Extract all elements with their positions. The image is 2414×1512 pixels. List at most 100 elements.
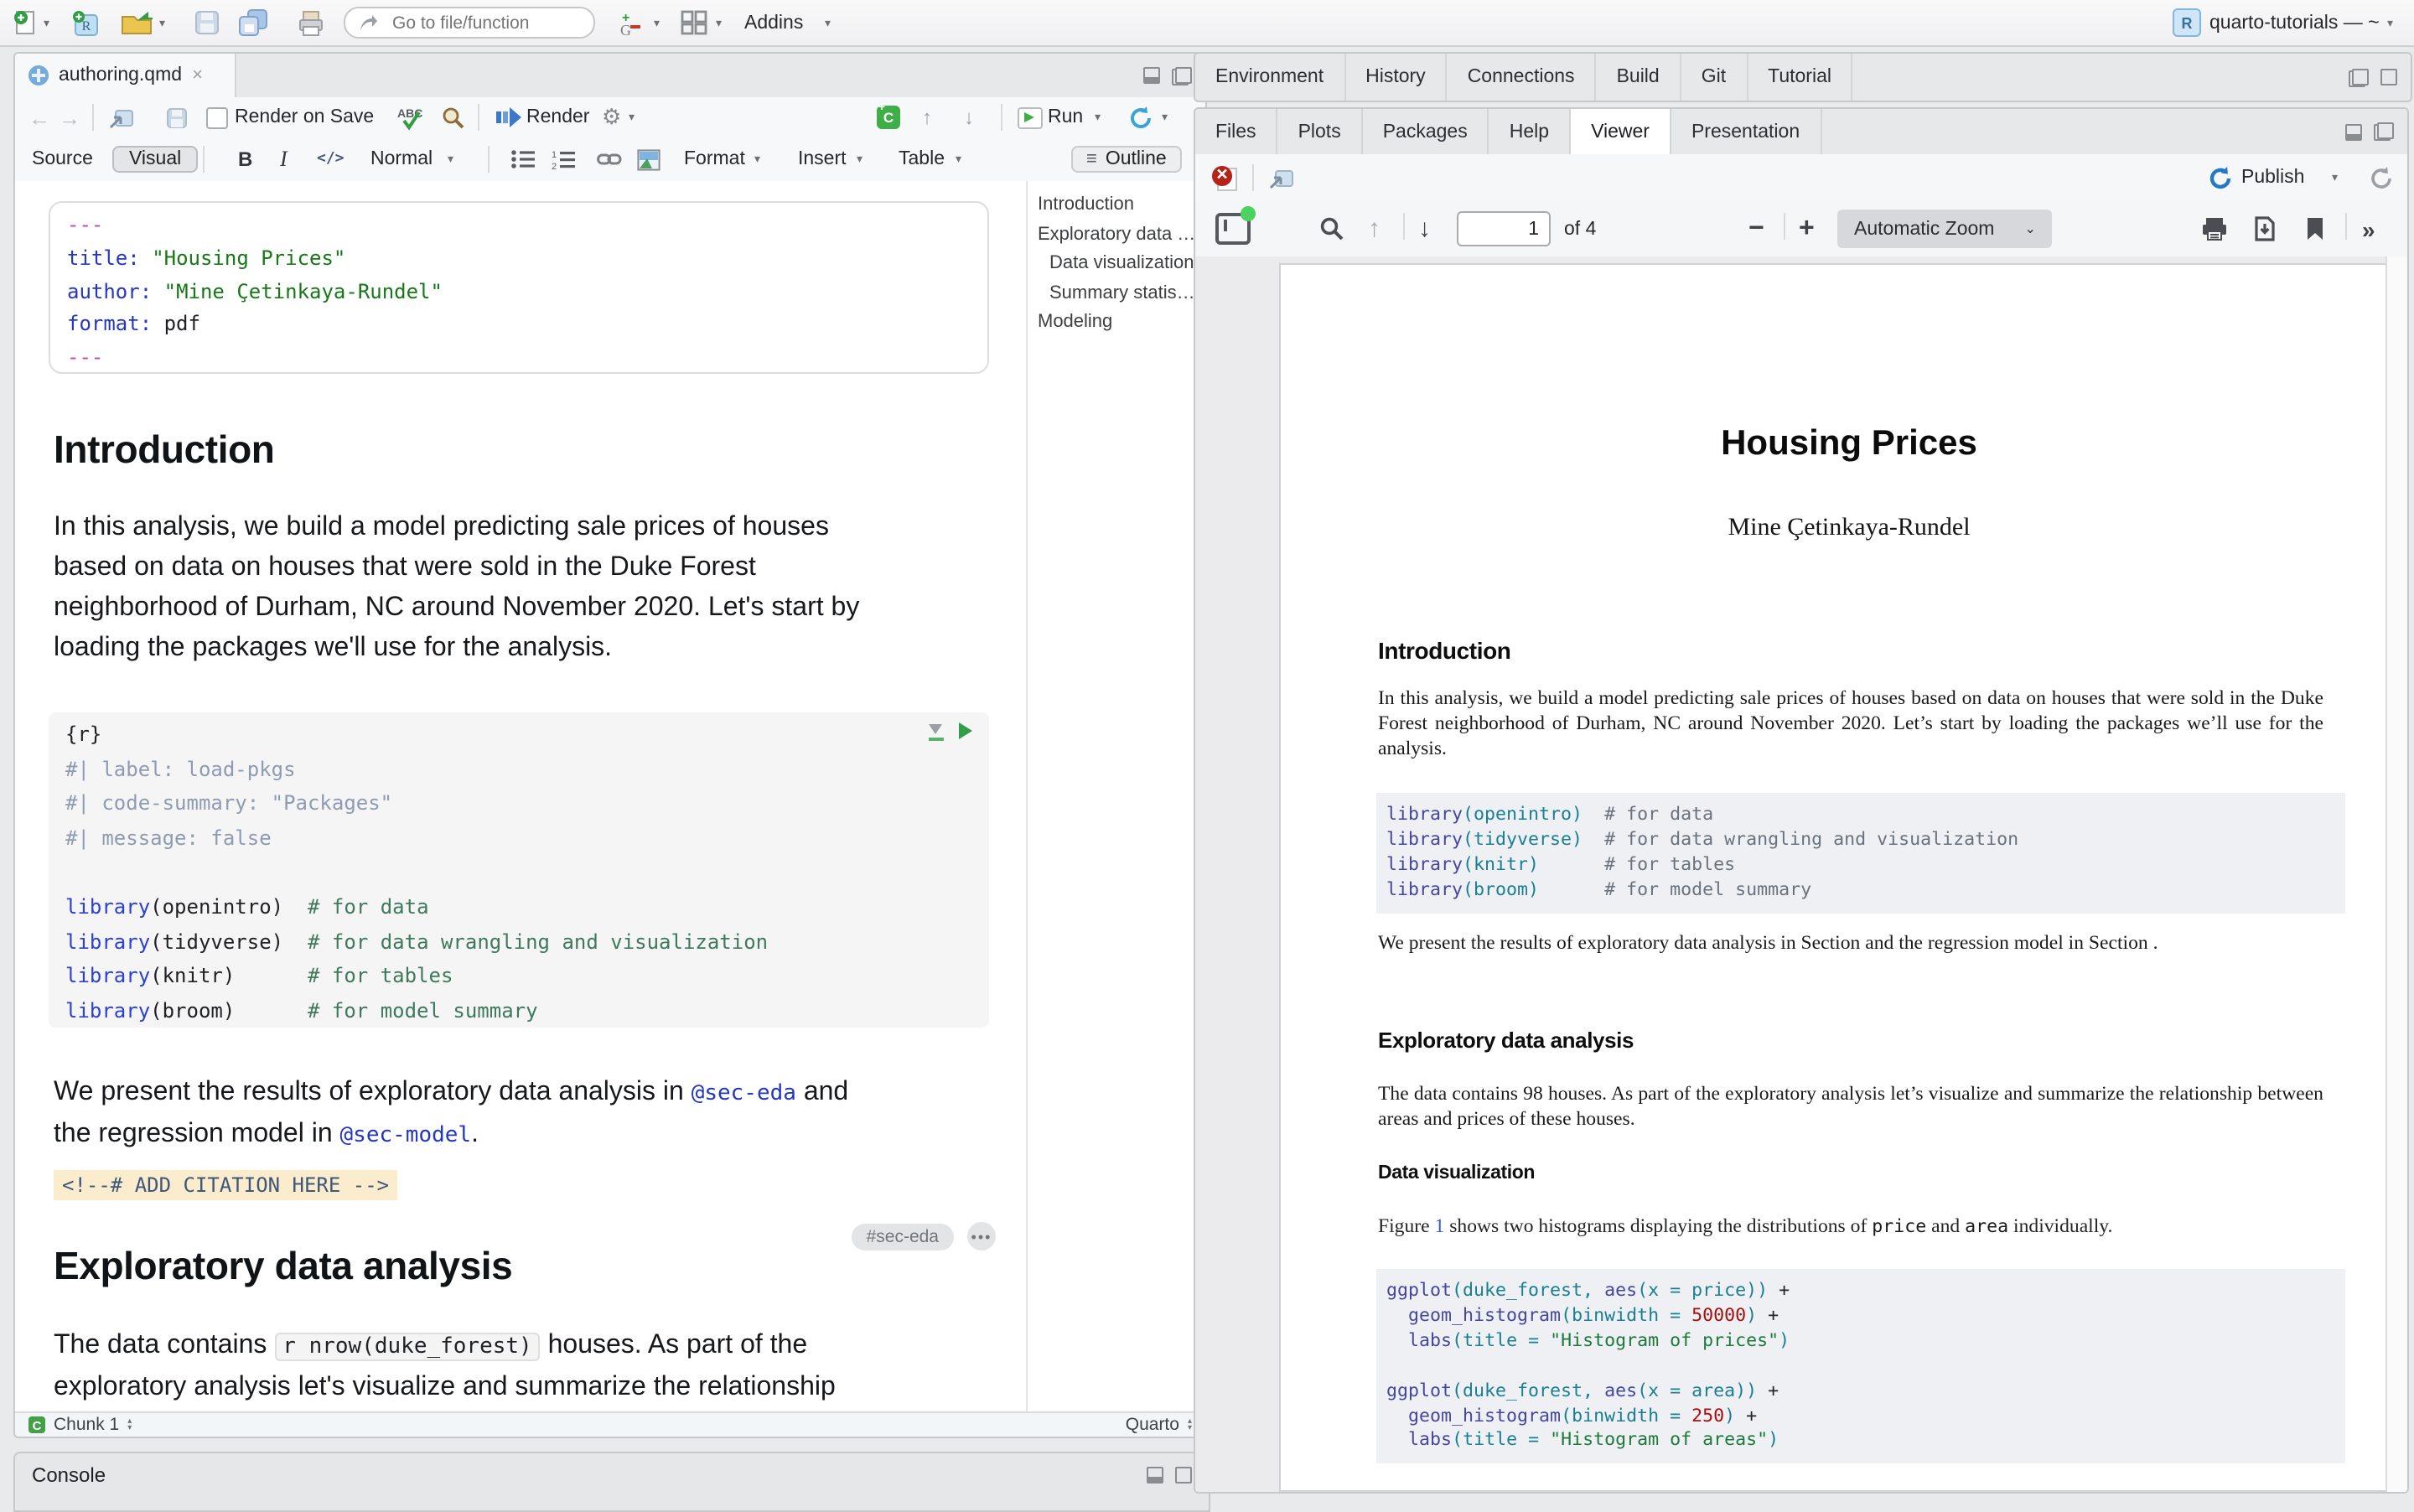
refresh-viewer-icon[interactable] [2369,154,2394,201]
project-caret[interactable]: ▾ [2387,0,2393,45]
pdf-view-area[interactable]: Housing Prices Mine Çetinkaya-Rundel Int… [1195,256,2407,1492]
save-icon[interactable] [194,0,220,45]
viewer-maximize-icon[interactable] [2374,122,2394,141]
workspace-panes-caret[interactable]: ▾ [716,0,722,45]
code-chunk-load-pkgs[interactable]: {r}#| label: load-pkgs#| code-summary: "… [49,712,989,1028]
addins-caret[interactable]: ▾ [825,0,831,45]
mode-arrows-icon[interactable]: ▴▾ [1188,1418,1192,1432]
new-project-icon[interactable]: R [70,0,101,45]
pdf-bookmark-icon[interactable] [2305,201,2325,256]
chunk-nav-arrows-icon[interactable]: ▴▾ [127,1418,132,1432]
paragraph-style-caret[interactable]: ▾ [448,137,453,181]
source-mode-button[interactable]: Source [32,137,93,181]
image-icon[interactable] [637,137,660,181]
pdf-zoom-out-icon[interactable]: − [1748,201,1764,256]
link-icon[interactable] [597,137,622,181]
tab-connections[interactable]: Connections [1448,54,1597,101]
tab-git[interactable]: Git [1681,54,1748,101]
outline-toggle-button[interactable]: ≡Outline [1071,137,1182,181]
maximize-pane-icon[interactable] [1172,66,1192,85]
tab-files[interactable]: Files [1195,109,1278,154]
pdf-page-input[interactable]: 1 [1457,201,1551,256]
pdf-zoom-select[interactable]: Automatic Zoom⌄ [1837,201,2053,256]
bold-button[interactable]: B [238,137,252,181]
publish-caret[interactable]: ▾ [2332,154,2338,201]
env-maximize-icon[interactable] [2380,69,2397,85]
new-file-icon[interactable] [13,0,37,45]
rerun-icon[interactable] [1128,97,1153,137]
tab-build[interactable]: Build [1597,54,1681,101]
section-id-badge[interactable]: #sec-eda [852,1223,954,1250]
tab-presentation[interactable]: Presentation [1671,109,1821,154]
popout-window-icon[interactable] [109,97,134,137]
console-title[interactable]: Console [32,1463,106,1486]
section-more-button[interactable]: ••• [967,1222,996,1251]
table-caret[interactable]: ▾ [956,137,961,181]
close-tab-icon[interactable]: × [192,65,203,85]
open-file-icon[interactable] [121,0,154,45]
minimize-pane-icon[interactable] [1143,67,1160,84]
pdf-prev-page-icon[interactable]: ↑ [1368,201,1381,256]
paragraph-style-select[interactable]: Normal [370,137,433,181]
jump-next-icon[interactable]: ↓ [964,97,974,137]
render-options-caret[interactable]: ▾ [629,97,635,137]
run-button[interactable]: Run [1048,97,1083,137]
version-control-icon[interactable]: +G [619,0,642,45]
insert-chunk-icon[interactable]: +C [877,97,900,137]
clear-viewer-icon[interactable]: ✕ [1212,154,1237,201]
pdf-scrollbar[interactable] [2386,256,2407,1492]
visual-mode-button[interactable]: Visual [112,137,198,181]
editor-content[interactable]: ---title: "Housing Prices"author: "Mine … [15,181,1026,1415]
console-maximize-icon[interactable] [1175,1466,1192,1483]
addins-menu[interactable]: Addins [744,0,803,45]
table-menu[interactable]: Table [899,137,945,181]
env-restore-icon[interactable] [2349,68,2369,86]
version-control-caret[interactable]: ▾ [654,0,660,45]
run-chunks-above-icon[interactable] [929,723,944,738]
code-format-button[interactable]: </> [317,137,344,181]
gear-icon[interactable]: ⚙ [602,97,621,137]
pdf-download-icon[interactable] [2251,201,2278,256]
tab-authoring-qmd[interactable]: authoring.qmd × [15,54,236,97]
pdf-next-page-icon[interactable]: ↓ [1418,201,1431,256]
italic-button[interactable]: I [280,137,288,181]
rerun-caret[interactable]: ▾ [1162,97,1168,137]
bullet-list-icon[interactable] [511,137,535,181]
forward-icon[interactable]: → [59,97,80,137]
save-all-icon[interactable] [238,0,268,45]
tab-help[interactable]: Help [1489,109,1571,154]
save-doc-icon[interactable] [166,97,188,137]
insert-menu[interactable]: Insert [798,137,847,181]
spellcheck-icon[interactable]: ABC [397,97,426,137]
pdf-zoom-in-icon[interactable]: + [1799,201,1815,256]
render-on-save-checkbox[interactable] [206,97,228,137]
run-chunk-icon[interactable] [959,722,972,739]
chunk-position[interactable]: Chunk 1 [54,1415,119,1435]
publish-button[interactable]: Publish [2241,154,2304,201]
pdf-sidebar-toggle-icon[interactable] [1215,201,1251,256]
goto-file-input[interactable] [389,11,580,34]
tab-tutorial[interactable]: Tutorial [1748,54,1853,101]
document-outline[interactable]: IntroductionExploratory data …Data visua… [1026,181,1207,1415]
viewer-popout-icon[interactable] [1269,154,1294,201]
tab-packages[interactable]: Packages [1363,109,1489,154]
jump-previous-icon[interactable]: ↑ [922,97,932,137]
new-file-caret[interactable]: ▾ [44,0,49,45]
tab-environment[interactable]: Environment [1195,54,1345,101]
back-icon[interactable]: ← [28,97,50,137]
pdf-print-icon[interactable] [2201,201,2228,256]
tab-plots[interactable]: Plots [1278,109,1363,154]
insert-caret[interactable]: ▾ [857,137,863,181]
tab-viewer[interactable]: Viewer [1571,109,1671,154]
document-mode[interactable]: Quarto [1126,1415,1179,1435]
workspace-panes-icon[interactable] [681,0,707,45]
print-icon[interactable] [297,0,325,45]
pdf-search-icon[interactable] [1319,201,1344,256]
numbered-list-icon[interactable]: 12 [552,137,575,181]
find-replace-icon[interactable] [441,97,464,137]
open-file-caret[interactable]: ▾ [159,0,165,45]
pdf-tools-chevrons-icon[interactable]: » [2362,201,2375,256]
run-caret[interactable]: ▾ [1095,97,1101,137]
format-menu[interactable]: Format [684,137,745,181]
goto-file-search[interactable] [344,7,595,39]
